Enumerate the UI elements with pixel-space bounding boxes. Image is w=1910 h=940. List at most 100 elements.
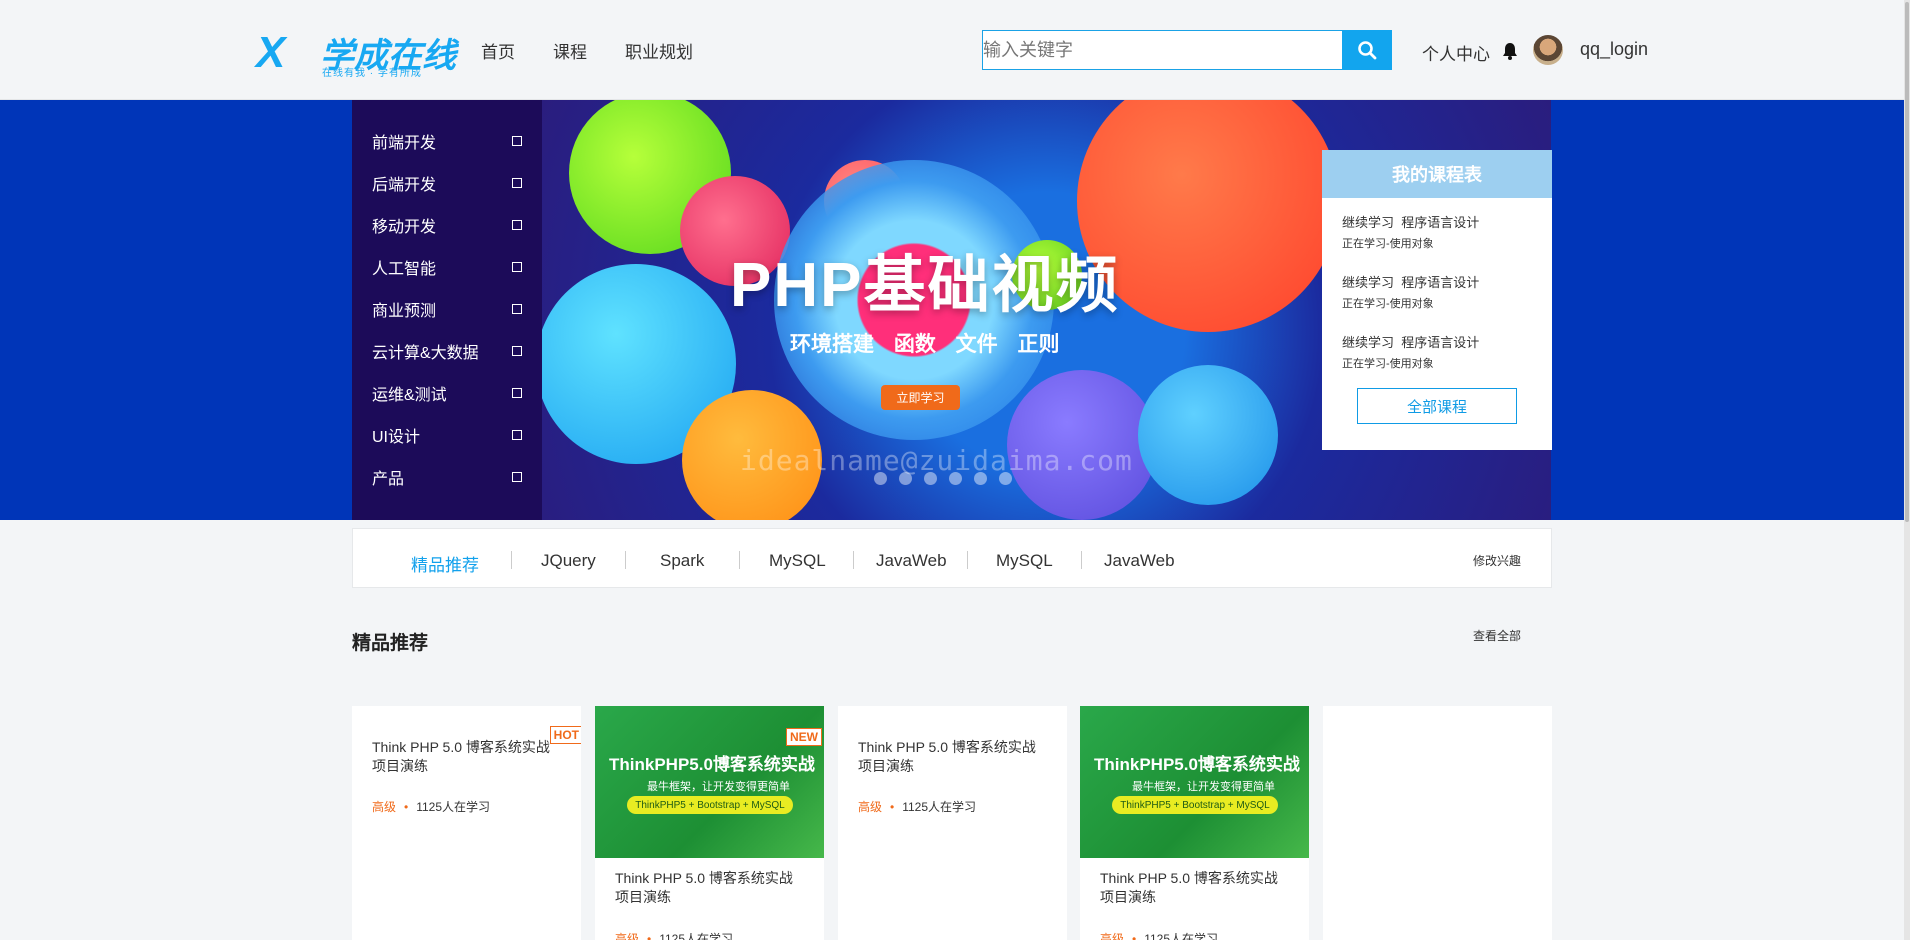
page-scrollbar[interactable] — [1904, 0, 1910, 940]
top-header: X 学成在线 在线有我 · 学有所成 首页 课程 职业规划 个人中心 qq_lo… — [0, 0, 1904, 100]
category-item[interactable]: 运维&测试 — [352, 372, 542, 414]
tab-jquery[interactable]: JQuery — [541, 551, 596, 571]
search-input[interactable] — [983, 31, 1343, 69]
nav-home[interactable]: 首页 — [481, 38, 515, 63]
search-box — [982, 30, 1392, 70]
category-label: 后端开发 — [372, 177, 437, 194]
thumb-heading: ThinkPHP5.0博客系统实战 — [1094, 755, 1300, 774]
tab-featured[interactable]: 精品推荐 — [411, 551, 479, 576]
tab-mysql-2[interactable]: MySQL — [996, 551, 1053, 571]
carousel-dots — [874, 472, 1012, 485]
tab-divider — [739, 551, 740, 569]
course-card-empty[interactable] — [1323, 706, 1552, 940]
schedule-item[interactable]: 继续学习 程序语言设计 正在学习-使用对象 — [1342, 212, 1479, 251]
my-schedule-panel: 我的课程表 继续学习 程序语言设计 正在学习-使用对象 继续学习 程序语言设计 … — [1322, 150, 1552, 450]
site-logo[interactable]: X 学成在线 在线有我 · 学有所成 — [256, 24, 456, 79]
schedule-item[interactable]: 继续学习 程序语言设计 正在学习-使用对象 — [1342, 272, 1479, 311]
bullet-dot-icon: • — [1132, 932, 1137, 940]
category-item[interactable]: 移动开发 — [352, 204, 542, 246]
thumb-tagline: 最牛框架，让开发变得更简单 — [1132, 781, 1275, 793]
chevron-right-icon — [512, 388, 522, 398]
search-icon — [1358, 41, 1377, 60]
carousel-dot[interactable] — [999, 472, 1012, 485]
thumb-stack: ThinkPHP5 + Bootstrap + MySQL — [627, 796, 793, 814]
chevron-right-icon — [512, 220, 522, 230]
category-label: 产品 — [372, 471, 405, 488]
logo-mark: X — [256, 28, 285, 77]
tab-mysql[interactable]: MySQL — [769, 551, 826, 571]
schedule-item[interactable]: 继续学习 程序语言设计 正在学习-使用对象 — [1342, 332, 1479, 371]
banner-learn-button[interactable]: 立即学习 — [881, 385, 960, 410]
category-label: 移动开发 — [372, 219, 437, 236]
logo-slogan: 在线有我 · 学有所成 — [322, 68, 422, 79]
avatar[interactable] — [1533, 35, 1563, 65]
chevron-right-icon — [512, 178, 522, 188]
chevron-right-icon — [512, 346, 522, 356]
carousel-dot[interactable] — [899, 472, 912, 485]
category-item[interactable]: 后端开发 — [352, 162, 542, 204]
course-level: 高级 — [615, 932, 640, 940]
bell-icon[interactable] — [1502, 42, 1518, 60]
banner-title: PHP基础视频 — [730, 251, 1120, 320]
category-menu: 前端开发 后端开发 移动开发 人工智能 商业预测 云计算&大数据 运维&测试 U… — [352, 100, 542, 520]
nav-career[interactable]: 职业规划 — [625, 38, 693, 63]
category-item[interactable]: UI设计 — [352, 414, 542, 456]
course-thumbnail: NEW ThinkPHP5.0博客系统实战 最牛框架，让开发变得更简单 Thin… — [595, 706, 824, 858]
schedule-status: 正在学习-使用对象 — [1342, 238, 1434, 250]
category-label: 商业预测 — [372, 303, 437, 320]
carousel-dot[interactable] — [949, 472, 962, 485]
schedule-action: 继续学习 — [1342, 215, 1395, 230]
user-center-link[interactable]: 个人中心 — [1422, 40, 1490, 65]
thumb-stack: ThinkPHP5 + Bootstrap + MySQL — [1112, 796, 1278, 814]
tab-spark[interactable]: Spark — [660, 551, 704, 571]
course-title: Think PHP 5.0 博客系统实战项目演练 — [615, 870, 793, 905]
all-courses-button[interactable]: 全部课程 — [1357, 388, 1517, 424]
course-level: 高级 — [858, 800, 883, 814]
course-students: 1125人在学习 — [902, 800, 977, 814]
scrollbar-thumb[interactable] — [1905, 2, 1909, 522]
tab-javaweb-2[interactable]: JavaWeb — [1104, 551, 1175, 571]
course-title: Think PHP 5.0 博客系统实战项目演练 — [1100, 870, 1278, 905]
category-item[interactable]: 云计算&大数据 — [352, 330, 542, 372]
hero-banner: 前端开发 后端开发 移动开发 人工智能 商业预测 云计算&大数据 运维&测试 U… — [0, 100, 1904, 520]
carousel-dot[interactable] — [924, 472, 937, 485]
course-card[interactable]: HOT Think PHP 5.0 博客系统实战项目演练 高级 • 1125人在学习 — [352, 706, 581, 940]
search-button[interactable] — [1342, 30, 1392, 70]
course-level: 高级 — [372, 800, 397, 814]
course-meta: 高级 • 1125人在学习 — [1100, 930, 1218, 940]
schedule-action: 继续学习 — [1342, 275, 1395, 290]
bullet-dot-icon: • — [647, 932, 652, 940]
interest-tabs: 精品推荐 JQuery Spark MySQL JavaWeb MySQL Ja… — [352, 528, 1552, 588]
course-card[interactable]: ThinkPHP5.0博客系统实战 最牛框架，让开发变得更简单 ThinkPHP… — [1080, 706, 1309, 940]
category-label: 云计算&大数据 — [372, 345, 479, 362]
schedule-status: 正在学习-使用对象 — [1342, 358, 1434, 370]
thumb-heading: ThinkPHP5.0博客系统实战 — [609, 755, 815, 774]
category-item[interactable]: 产品 — [352, 456, 542, 498]
category-item[interactable]: 人工智能 — [352, 246, 542, 288]
tab-javaweb[interactable]: JavaWeb — [876, 551, 947, 571]
category-label: 人工智能 — [372, 261, 437, 278]
course-meta: 高级 • 1125人在学习 — [858, 798, 976, 815]
course-card[interactable]: NEW ThinkPHP5.0博客系统实战 最牛框架，让开发变得更简单 Thin… — [595, 706, 824, 940]
carousel-dot[interactable] — [974, 472, 987, 485]
course-students: 1125人在学习 — [416, 800, 491, 814]
course-card[interactable]: Think PHP 5.0 博客系统实战项目演练 高级 • 1125人在学习 — [838, 706, 1067, 940]
view-all-link[interactable]: 查看全部 — [1473, 627, 1521, 644]
username[interactable]: qq_login — [1580, 39, 1648, 60]
course-title: Think PHP 5.0 博客系统实战项目演练 — [858, 739, 1036, 774]
category-item[interactable]: 商业预测 — [352, 288, 542, 330]
tab-divider — [1081, 551, 1082, 569]
category-label: 前端开发 — [372, 135, 437, 152]
nav-courses[interactable]: 课程 — [553, 38, 587, 63]
new-badge: NEW — [786, 728, 822, 746]
schedule-title: 我的课程表 — [1322, 150, 1552, 198]
bullet-dot-icon: • — [404, 800, 409, 814]
category-item[interactable]: 前端开发 — [352, 120, 542, 162]
chevron-right-icon — [512, 304, 522, 314]
category-label: 运维&测试 — [372, 387, 447, 404]
schedule-course: 程序语言设计 — [1401, 275, 1480, 290]
carousel-dot[interactable] — [874, 472, 887, 485]
edit-interest-link[interactable]: 修改兴趣 — [1473, 552, 1521, 569]
chevron-right-icon — [512, 472, 522, 482]
course-level: 高级 — [1100, 932, 1125, 940]
